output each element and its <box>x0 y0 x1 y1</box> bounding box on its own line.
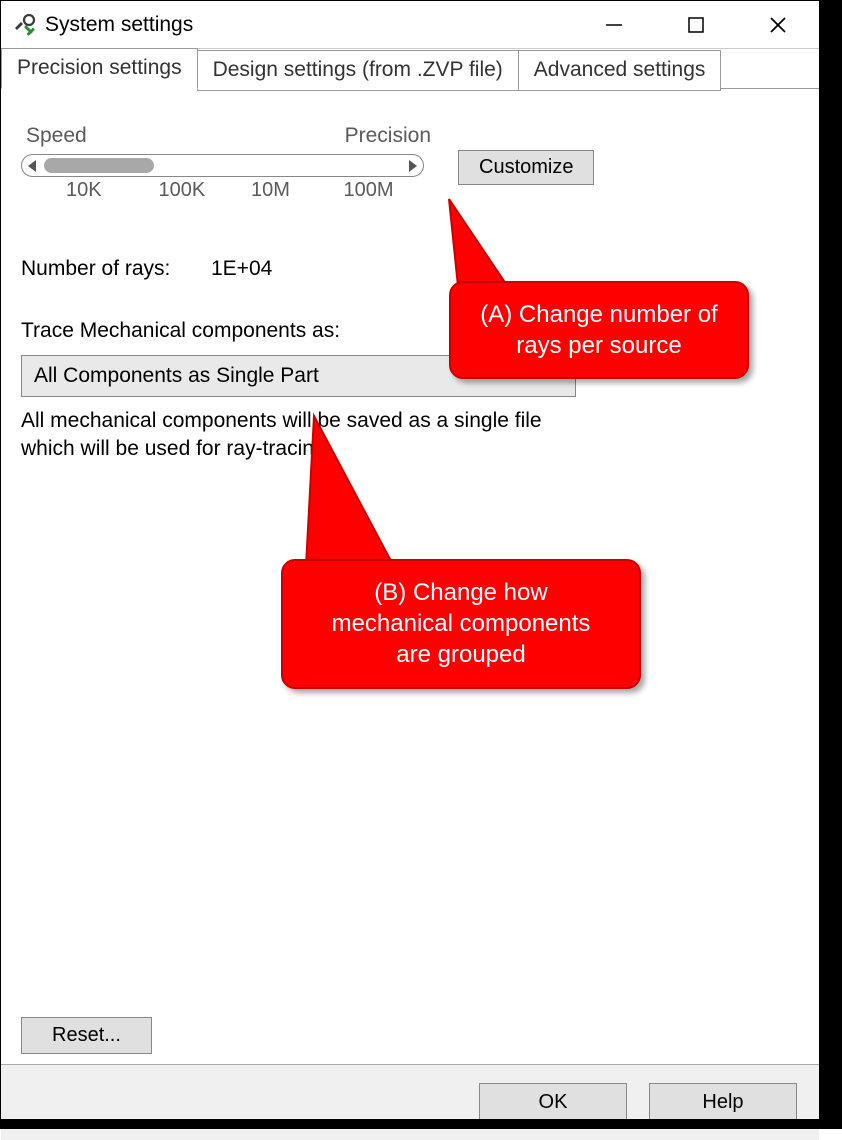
customize-button[interactable]: Customize <box>458 150 594 185</box>
tick-10k: 10K <box>66 179 159 202</box>
app-icon <box>11 12 37 38</box>
chevron-down-icon <box>553 373 563 379</box>
dropdown-selected-value: All Components as Single Part <box>34 364 319 388</box>
reset-button[interactable]: Reset... <box>21 1017 152 1054</box>
decoration-bottom <box>0 1119 842 1129</box>
slider-ticks: 10K 100K 10M 100M <box>66 179 436 202</box>
decoration-right <box>820 0 842 1119</box>
window-title: System settings <box>45 13 193 37</box>
slider-thumb[interactable] <box>44 158 154 173</box>
tab-precision-settings[interactable]: Precision settings <box>1 48 198 89</box>
titlebar: System settings <box>1 1 819 49</box>
callout-b: (B) Change how mechanical components are… <box>281 559 641 689</box>
precision-slider[interactable] <box>21 154 424 177</box>
tick-100k: 100K <box>159 179 252 202</box>
ok-button[interactable]: OK <box>479 1083 627 1123</box>
help-button[interactable]: Help <box>649 1083 797 1123</box>
maximize-button[interactable] <box>655 1 737 49</box>
num-rays-value: 1E+04 <box>211 257 272 281</box>
tab-advanced-settings[interactable]: Advanced settings <box>518 50 722 91</box>
tab-design-settings[interactable]: Design settings (from .ZVP file) <box>197 50 519 91</box>
tick-10m: 10M <box>251 179 344 202</box>
minimize-button[interactable] <box>573 1 655 49</box>
slider-left-label: Speed <box>26 124 87 148</box>
trace-components-description: All mechanical components will be saved … <box>21 407 561 464</box>
slider-arrow-right-icon <box>409 160 417 172</box>
slider-arrow-left-icon <box>28 160 36 172</box>
tick-100m: 100M <box>344 179 437 202</box>
close-button[interactable] <box>737 1 819 49</box>
num-rays-label: Number of rays: <box>21 257 211 281</box>
trace-components-dropdown[interactable]: All Components as Single Part <box>21 355 576 397</box>
tab-row: Precision settings Design settings (from… <box>1 48 819 89</box>
slider-right-label: Precision <box>345 124 431 148</box>
trace-components-label: Trace Mechanical components as: <box>21 319 799 343</box>
